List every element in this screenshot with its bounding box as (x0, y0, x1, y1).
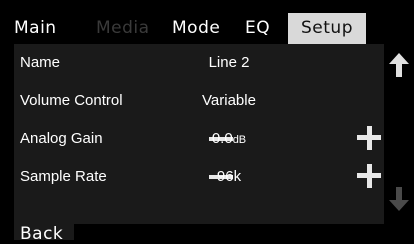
setting-label: Analog Gain (20, 130, 103, 147)
setting-row-analog-gain: Analog Gain 0.0dB (14, 120, 384, 158)
tab-media: Media (96, 18, 150, 38)
tab-eq[interactable]: EQ (245, 13, 277, 44)
setting-label: Sample Rate (20, 168, 107, 185)
tab-setup[interactable]: Setup (288, 13, 366, 44)
setting-label: Volume Control (20, 92, 123, 109)
tab-mode[interactable]: Mode (172, 13, 228, 44)
setting-label: Name (20, 54, 61, 71)
setting-value: Line 2 (208, 54, 250, 71)
setting-row-sample-rate: Sample Rate 96k (14, 158, 384, 196)
back-button[interactable]: Back (14, 224, 74, 244)
tab-bar: Main Media Mode EQ Setup (0, 0, 414, 44)
gain-unit: dB (232, 134, 247, 146)
setting-value: 0.0dB (164, 130, 294, 147)
back-label: Back (20, 224, 64, 244)
tab-main[interactable]: Main (14, 13, 76, 44)
scroll-up-arrow-up-icon[interactable] (388, 52, 410, 78)
increase-gain-plus-icon[interactable] (357, 126, 381, 150)
scroll-down-arrow-down-icon[interactable] (388, 186, 410, 212)
increase-sample-rate-plus-icon[interactable] (357, 164, 381, 188)
setting-value: 96k (216, 168, 242, 185)
scrollbar (384, 44, 414, 224)
settings-panel: Name Line 2 Volume Control Variable Anal… (14, 44, 384, 224)
setting-row-volume-control[interactable]: Volume Control Variable (14, 82, 384, 120)
setting-value: Variable (202, 92, 256, 109)
gain-number: 0.0 (211, 130, 233, 147)
setting-row-name[interactable]: Name Line 2 (14, 44, 384, 82)
